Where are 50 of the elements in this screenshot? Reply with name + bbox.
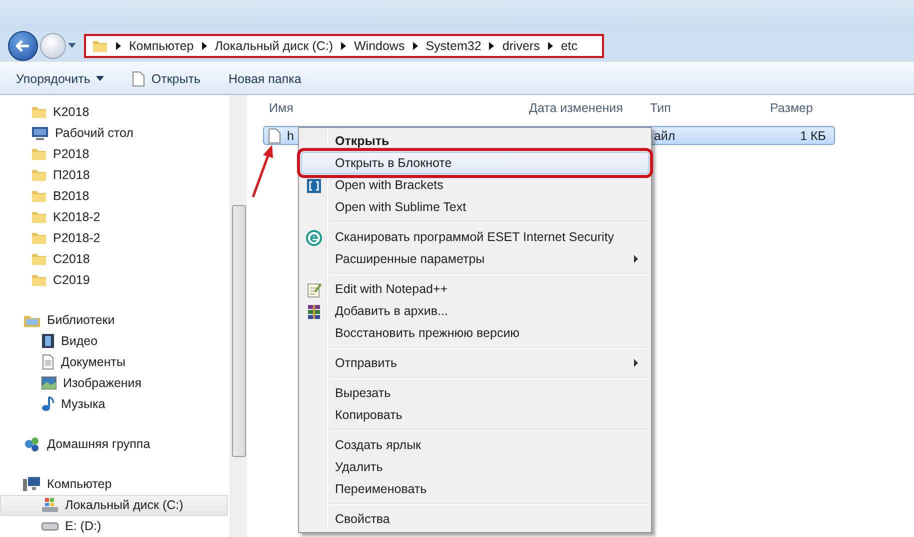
column-header[interactable]: Имя [269,101,529,115]
file-name: h [287,128,294,142]
menu-item[interactable]: Edit with Notepad++ [301,278,649,300]
sidebar-item[interactable]: E: (D:) [0,516,228,537]
toolbar-button[interactable]: Новая папка [228,72,302,86]
sidebar-item[interactable]: Видео [0,330,228,352]
sidebar-item[interactable]: Изображения [0,372,228,394]
menu-item[interactable]: Свойства [301,508,649,530]
sidebar-item[interactable]: Библиотеки [0,309,228,331]
menu-item[interactable]: Вырезать [301,382,649,404]
column-header[interactable]: Дата изменения [529,101,650,115]
sidebar-item[interactable]: П2018 [0,164,228,186]
menu-item[interactable]: Open with Sublime Text [301,196,649,218]
sidebar-item[interactable]: Документы [0,352,228,373]
menu-item[interactable]: Создать ярлык [301,434,649,456]
column-header[interactable]: Тип [650,101,770,115]
breadcrumb[interactable]: Компьютер [129,39,194,53]
menu-item[interactable]: Open with Brackets [301,174,649,196]
sidebar-item[interactable]: Компьютер [0,474,228,495]
menu-item[interactable]: Сканировать программой ESET Internet Security [301,226,649,248]
column-header[interactable]: Размер [770,101,850,115]
address-bar[interactable]: Компьютер Локальный диск (C:) Windows System32 drivers etc [84,34,604,58]
menu-item[interactable]: Добавить в архив... [301,300,649,322]
sidebar-item[interactable]: K2018 [0,101,228,122]
menu-item[interactable]: Удалить [301,456,649,478]
toolbar-button[interactable]: Открыть [132,70,200,86]
menu-item[interactable]: Расширенные параметры [301,248,649,270]
breadcrumb[interactable]: System32 [426,39,482,53]
sidebar-item[interactable]: P2018-2 [0,227,228,248]
file-type: айл [654,128,676,142]
breadcrumb[interactable]: Windows [354,39,405,53]
menu-item[interactable]: Переименовать [301,478,649,500]
sidebar-item[interactable]: Домашняя группа [0,434,228,455]
breadcrumb[interactable]: drivers [502,39,540,53]
breadcrumb[interactable]: etc [560,39,578,53]
sidebar-item[interactable]: C2018 [0,248,228,270]
menu-item[interactable]: Открыть [301,130,649,152]
file-size: 1 КБ [800,128,826,142]
sidebar-item[interactable]: Рабочий стол [0,122,228,144]
sidebar-item[interactable]: C2019 [0,269,228,290]
sidebar-item[interactable]: Музыка [0,394,228,415]
sidebar-item[interactable]: B2018 [0,185,228,206]
sidebar-item[interactable]: K2018-2 [0,206,228,228]
menu-item[interactable]: Восстановить прежнюю версию [301,322,649,344]
sidebar-item[interactable]: Локальный диск (C:) [0,494,228,516]
menu-item[interactable]: Отправить [301,352,649,374]
toolbar-button[interactable]: Упорядочить [16,72,104,86]
breadcrumb[interactable]: Локальный диск (C:) [214,39,333,53]
menu-item[interactable]: Копировать [301,404,649,426]
sidebar-item[interactable]: P2018 [0,143,228,164]
